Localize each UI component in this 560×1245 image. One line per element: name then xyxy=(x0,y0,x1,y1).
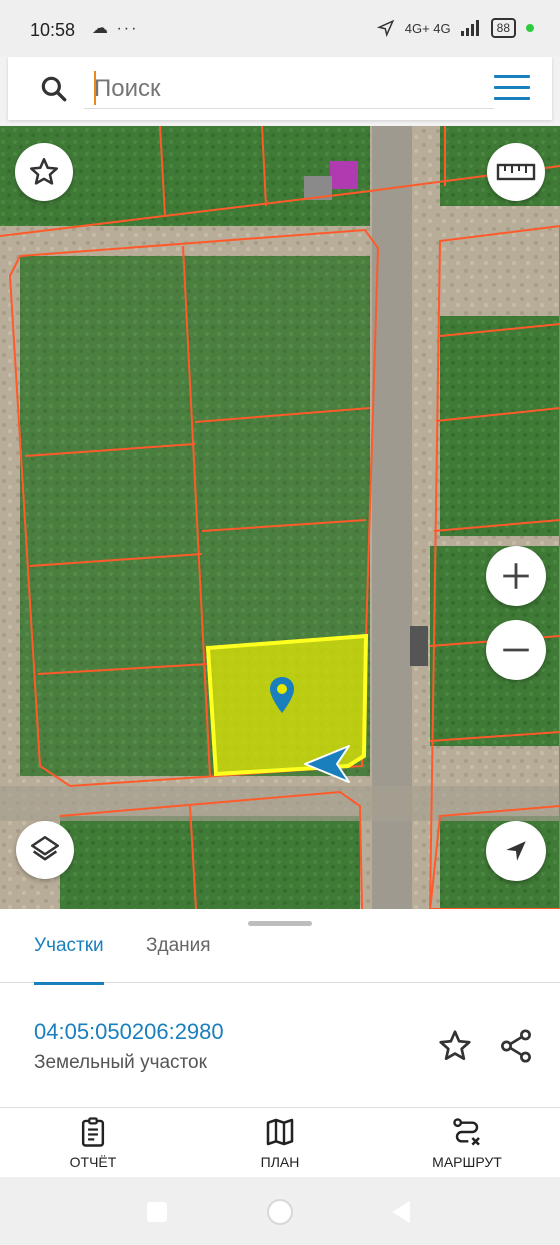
hamburger-menu-icon[interactable] xyxy=(494,75,530,103)
tab-buildings[interactable]: Здания xyxy=(146,935,211,983)
satellite-map xyxy=(0,126,560,909)
back-triangle-icon[interactable] xyxy=(390,1199,412,1225)
minus-icon xyxy=(503,648,529,652)
favorites-star-button[interactable] xyxy=(15,143,73,201)
text-cursor xyxy=(94,71,96,105)
current-position-arrow-icon xyxy=(304,745,350,783)
layers-button[interactable] xyxy=(16,821,74,879)
navigation-arrow-icon xyxy=(506,841,526,861)
zoom-out-button[interactable] xyxy=(486,620,546,680)
status-bar: 10:58 ☁ ··· 4G+ 4G 88 xyxy=(0,0,560,56)
my-location-button[interactable] xyxy=(486,821,546,881)
map-view[interactable] xyxy=(0,126,560,909)
home-circle-icon[interactable] xyxy=(265,1197,295,1227)
status-time: 10:58 xyxy=(30,20,76,40)
map-plan-icon xyxy=(266,1118,294,1146)
plan-button[interactable]: ПЛАН xyxy=(248,1116,312,1170)
tab-parcels[interactable]: Участки xyxy=(34,935,104,985)
plus-icon xyxy=(503,563,529,589)
ruler-icon xyxy=(496,163,536,181)
status-right-icons: 4G+ 4G 88 xyxy=(376,18,534,38)
location-arrow-icon xyxy=(376,19,394,37)
route-icon xyxy=(453,1118,480,1146)
report-button[interactable]: ОТЧЁТ xyxy=(62,1116,124,1170)
recents-square-icon[interactable] xyxy=(146,1201,168,1223)
system-nav-bar xyxy=(0,1177,560,1245)
parcel-type: Земельный участок xyxy=(34,1052,207,1073)
report-clipboard-icon xyxy=(81,1117,105,1147)
favorite-star-icon[interactable] xyxy=(436,1027,474,1065)
zoom-in-button[interactable] xyxy=(486,546,546,606)
layers-icon xyxy=(30,835,60,861)
signal-icon xyxy=(460,20,479,36)
route-label: МАРШРУТ xyxy=(432,1154,502,1170)
route-button[interactable]: МАРШРУТ xyxy=(424,1116,510,1170)
active-dot xyxy=(526,24,534,32)
notification-icons: ☁ ··· xyxy=(92,20,139,37)
bottom-sheet: Участки Здания 04:05:050206:2980 Земельн… xyxy=(0,909,560,1107)
report-label: ОТЧЁТ xyxy=(69,1154,117,1170)
star-icon xyxy=(29,157,59,185)
search-input[interactable] xyxy=(84,69,494,109)
plan-label: ПЛАН xyxy=(260,1154,300,1170)
tab-bar: Участки Здания xyxy=(0,931,560,985)
search-icon[interactable] xyxy=(38,73,70,105)
battery-indicator: 88 xyxy=(490,18,516,38)
sheet-drag-handle[interactable] xyxy=(248,921,312,926)
network-indicator: 4G+ 4G xyxy=(404,20,451,36)
ruler-button[interactable] xyxy=(487,143,545,201)
location-pin-icon xyxy=(270,677,294,713)
share-icon[interactable] xyxy=(497,1027,535,1065)
cadastral-number[interactable]: 04:05:050206:2980 xyxy=(34,1019,224,1045)
action-bar: ОТЧЁТ ПЛАН МАРШРУТ xyxy=(0,1107,560,1177)
search-bar xyxy=(8,57,552,120)
